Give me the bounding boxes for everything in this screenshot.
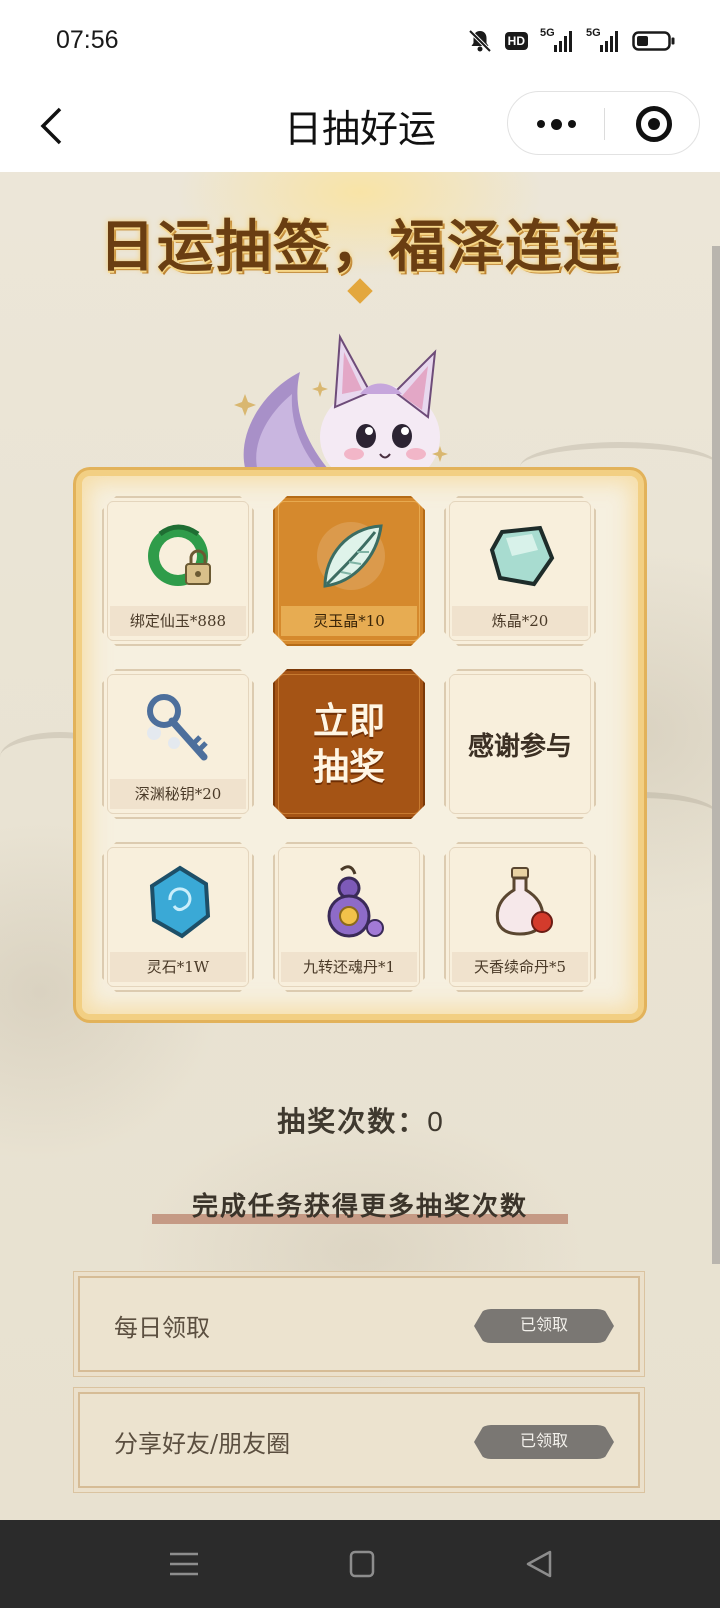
home-button[interactable] bbox=[342, 1548, 382, 1580]
square-home-icon bbox=[349, 1550, 375, 1578]
mute-bell-icon bbox=[468, 29, 492, 53]
battery-icon bbox=[632, 31, 675, 51]
prize-cell: 天香续命丹*5 bbox=[444, 842, 596, 992]
claimed-button[interactable]: 已领取 bbox=[474, 1309, 614, 1343]
prize-label: 炼晶*20 bbox=[452, 606, 588, 636]
miniprogram-capsule bbox=[507, 91, 700, 155]
status-time: 07:56 bbox=[56, 26, 119, 54]
prize-cell: 灵石*1W bbox=[102, 842, 254, 992]
spirit-stone-icon bbox=[140, 862, 220, 942]
back-system-button[interactable] bbox=[520, 1548, 560, 1580]
hd-badge: HD bbox=[504, 32, 528, 50]
prize-label: 深渊秘钥*20 bbox=[110, 779, 246, 809]
task-label: 每日领取 bbox=[114, 1314, 210, 1342]
prize-label: 天香续命丹*5 bbox=[452, 952, 588, 982]
prize-cell: 深渊秘钥*20 bbox=[102, 669, 254, 819]
prize-label: 灵玉晶*10 bbox=[281, 606, 417, 636]
gem-crystal-icon bbox=[482, 516, 562, 596]
close-miniprogram-button[interactable] bbox=[618, 92, 690, 156]
claimed-button[interactable]: 已领取 bbox=[474, 1425, 614, 1459]
gourd-potion-icon bbox=[311, 862, 391, 942]
status-bar: 07:56 HD 5G 5G bbox=[0, 0, 720, 82]
signal-5g-icon: 5G bbox=[540, 27, 574, 53]
signal-5g-icon: 5G bbox=[586, 27, 620, 53]
capsule-divider bbox=[604, 108, 605, 140]
draw-count-value: 0 bbox=[427, 1106, 443, 1137]
thanks-cell: 感谢参与 bbox=[444, 669, 596, 819]
draw-now-label: 立即抽奖 bbox=[312, 700, 385, 788]
system-nav-bar bbox=[0, 1520, 720, 1608]
more-dots-icon bbox=[536, 120, 545, 128]
prize-label: 九转还魂丹*1 bbox=[281, 952, 417, 982]
fox-mascot-icon bbox=[234, 333, 448, 492]
tasks-heading: 完成任务获得更多抽奖次数 bbox=[150, 1186, 570, 1226]
lottery-page[interactable]: 日运抽签，福泽连连 绑定仙玉*888 灵玉晶*10 炼晶*20 深渊秘钥*20 … bbox=[0, 172, 720, 1520]
prize-label: 绑定仙玉*888 bbox=[110, 606, 246, 636]
more-button[interactable] bbox=[508, 92, 604, 156]
target-circle-icon bbox=[636, 106, 672, 142]
task-label: 分享好友/朋友圈 bbox=[114, 1430, 291, 1458]
prize-cell-highlighted: 灵玉晶*10 bbox=[273, 496, 425, 646]
task-card: 每日领取 已领取 bbox=[78, 1276, 640, 1372]
tasks-heading-text: 完成任务获得更多抽奖次数 bbox=[191, 1192, 528, 1222]
prize-cell: 九转还魂丹*1 bbox=[273, 842, 425, 992]
banner-headline: 日运抽签，福泽连连 bbox=[99, 214, 621, 280]
triangle-back-icon bbox=[526, 1550, 552, 1578]
prize-cell: 绑定仙玉*888 bbox=[102, 496, 254, 646]
feather-leaf-icon bbox=[311, 516, 391, 596]
status-icons: HD 5G 5G bbox=[467, 26, 676, 56]
task-card: 分享好友/朋友圈 已领取 bbox=[78, 1392, 640, 1488]
prize-label: 灵石*1W bbox=[110, 952, 246, 982]
jade-lock-icon bbox=[140, 516, 220, 596]
prize-grid: 绑定仙玉*888 灵玉晶*10 炼晶*20 深渊秘钥*20 立即抽奖 感谢参与 … bbox=[76, 470, 644, 1020]
prize-cell: 炼晶*20 bbox=[444, 496, 596, 646]
key-icon bbox=[140, 689, 220, 769]
bottle-icon bbox=[482, 862, 562, 942]
thanks-label: 感谢参与 bbox=[467, 731, 572, 762]
nav-bar: 日抽好运 bbox=[0, 82, 720, 172]
draw-now-button[interactable]: 立即抽奖 bbox=[273, 669, 425, 819]
menu-lines-icon bbox=[170, 1552, 198, 1576]
menu-button[interactable] bbox=[164, 1548, 204, 1580]
draw-count-label: 抽奖次数： bbox=[277, 1105, 428, 1138]
draw-count: 抽奖次数：0 bbox=[0, 1100, 720, 1140]
